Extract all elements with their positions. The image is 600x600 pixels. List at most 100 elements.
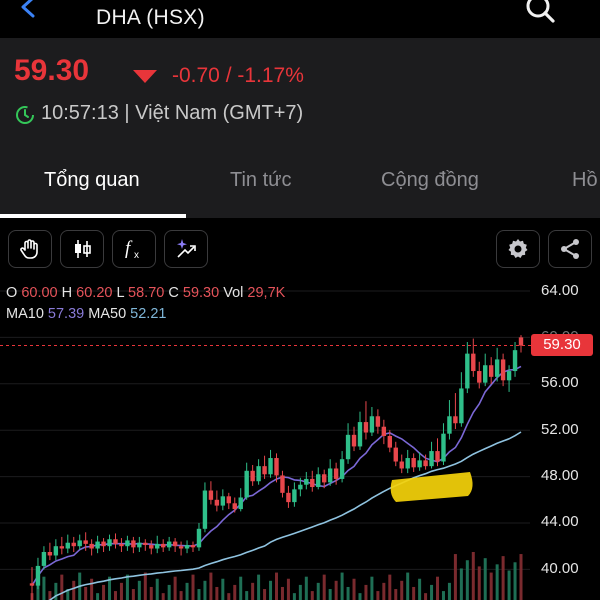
ma10-label: MA10	[6, 306, 44, 322]
candle-body	[101, 541, 106, 547]
candle-body	[184, 545, 190, 549]
volume-bar	[471, 552, 475, 600]
open-value: 60.00	[21, 285, 58, 301]
volume-bar	[424, 593, 428, 600]
volume-bar	[436, 576, 440, 600]
candle-body	[441, 433, 446, 462]
candle-body	[518, 337, 524, 346]
volume-bar	[406, 572, 410, 600]
volume-bar	[233, 584, 237, 600]
candle-body	[113, 539, 118, 544]
high-label: H	[61, 285, 73, 301]
candle-body	[465, 353, 470, 389]
volume-bar	[358, 593, 362, 600]
volume-bar	[167, 584, 171, 600]
candle-body	[512, 350, 518, 372]
candle-body	[35, 565, 41, 586]
candle-body	[268, 458, 273, 475]
volume-bar	[340, 572, 344, 600]
candle-body	[333, 468, 339, 479]
open-label: O	[6, 285, 18, 301]
tab-profile[interactable]: Hồ	[572, 169, 598, 192]
candle-body	[453, 416, 458, 424]
candle-body	[107, 539, 112, 547]
quote-time: 10:57:13 | Việt Nam (GMT+7)	[41, 102, 304, 124]
tab-community[interactable]: Cộng đồng	[381, 169, 479, 192]
candle-body	[238, 497, 243, 510]
svg-text:x: x	[134, 250, 139, 261]
settings-button[interactable]	[496, 230, 540, 268]
hand-tool-button[interactable]	[8, 230, 52, 268]
ohlc-legend: O 60.00 H 60.20 L 58.70 C 59.30 Vol 29,7…	[6, 283, 285, 325]
candle-body	[256, 466, 261, 482]
y-tick: 52.00	[541, 421, 579, 438]
volume-bar	[42, 576, 46, 600]
candle-body	[244, 470, 249, 498]
candle-body	[143, 542, 148, 546]
candle-body	[89, 543, 94, 549]
volume-bar	[286, 578, 290, 600]
close-value: 59.30	[182, 285, 220, 301]
volume-bar	[257, 574, 261, 600]
candle-body	[310, 478, 315, 488]
candle-type-button[interactable]	[60, 230, 104, 268]
volume-bar	[346, 586, 350, 600]
volume-bar	[382, 582, 386, 600]
volume-bar	[388, 574, 392, 600]
volume-bar	[149, 586, 153, 600]
candle-body	[483, 365, 488, 383]
candle-body	[172, 541, 178, 547]
candle-body	[214, 499, 220, 506]
candlestick-icon	[75, 240, 91, 258]
volume-bar	[125, 574, 129, 600]
ai-tool-button[interactable]	[164, 230, 208, 268]
share-button[interactable]	[548, 230, 592, 268]
last-price: 59.30	[14, 54, 90, 87]
function-icon: f x	[125, 238, 139, 261]
candle-body	[280, 475, 285, 493]
volume-bar	[161, 593, 165, 600]
candle-body	[399, 461, 404, 469]
volume-bar	[507, 570, 511, 600]
volume-bar	[364, 584, 368, 600]
candle-body	[477, 371, 482, 383]
current-price-tag: 59.30	[531, 334, 593, 356]
tab-overview[interactable]: Tổng quan	[44, 169, 140, 192]
volume-bar	[131, 589, 135, 600]
volume-bar	[137, 580, 141, 600]
volume-bar	[328, 589, 332, 600]
candle-body	[286, 492, 291, 503]
volume-bar	[334, 580, 338, 600]
candle-body	[131, 540, 136, 548]
candle-body	[149, 545, 154, 549]
chevron-left-icon[interactable]	[14, 0, 42, 22]
volume-bar	[209, 572, 213, 600]
candle-body	[363, 422, 369, 433]
candle-body	[65, 542, 70, 549]
volume-bar	[90, 578, 94, 600]
volume-bar	[102, 584, 106, 600]
ohlc-row: O 60.00 H 60.20 L 58.70 C 59.30 Vol 29,7…	[6, 283, 285, 304]
y-tick: 40.00	[541, 560, 579, 577]
volume-bar	[173, 576, 177, 600]
candle-body	[411, 458, 416, 468]
volume-bar	[227, 593, 231, 600]
candle-body	[125, 540, 130, 547]
search-icon[interactable]	[522, 0, 558, 30]
price-chart[interactable]	[0, 280, 600, 600]
volume-bar	[465, 560, 469, 600]
volume-bar	[269, 580, 273, 600]
page-title: DHA (HSX)	[96, 6, 205, 29]
volume-bar	[298, 584, 302, 600]
candle-body	[506, 371, 512, 381]
candle-body	[327, 468, 333, 483]
low-label: L	[116, 285, 125, 301]
volume-bar	[310, 591, 314, 600]
tab-news[interactable]: Tin tức	[230, 169, 292, 192]
candle-body	[459, 388, 464, 424]
candle-body	[202, 490, 208, 529]
ma10-value: 57.39	[47, 306, 85, 322]
indicator-button[interactable]: f x	[112, 230, 156, 268]
volume-bar	[495, 564, 499, 600]
candle-body	[488, 365, 494, 377]
